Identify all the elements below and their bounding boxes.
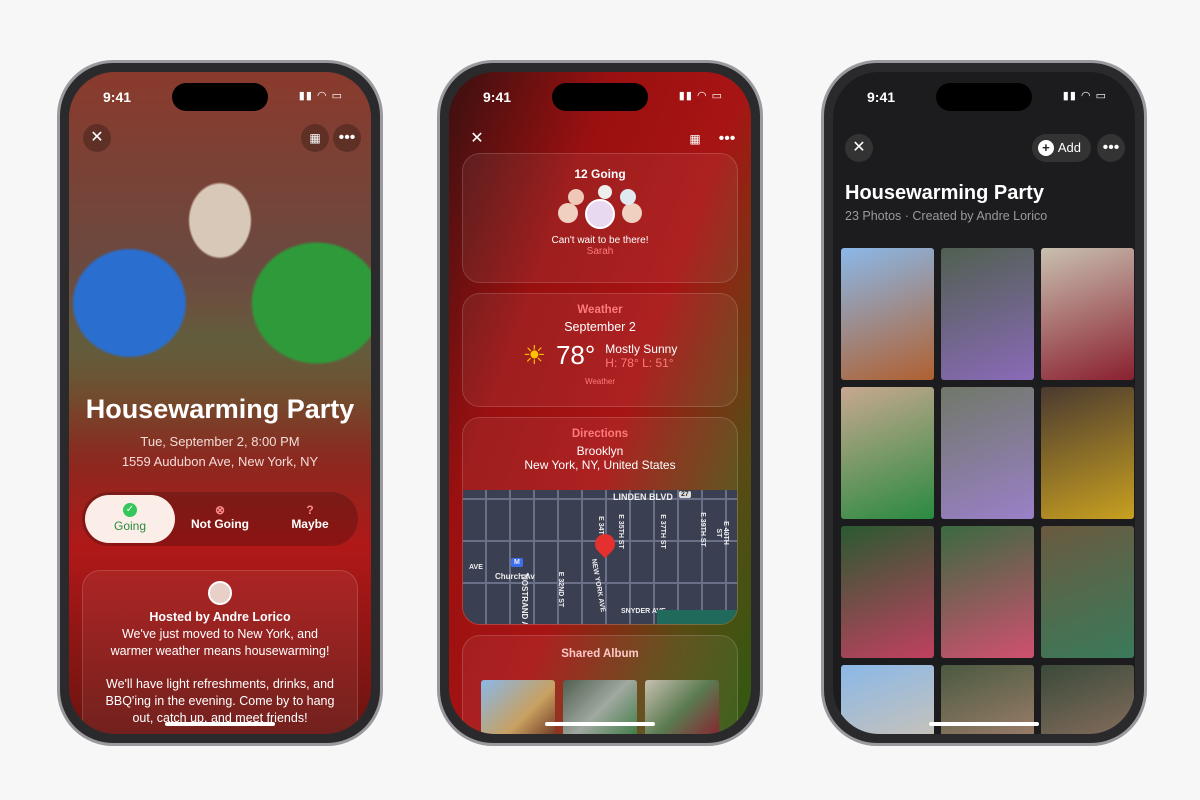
album-photo[interactable] xyxy=(941,387,1034,519)
home-indicator xyxy=(545,722,655,726)
directions-place: Brooklyn xyxy=(576,444,624,458)
album-photo[interactable] xyxy=(841,387,934,519)
more-icon[interactable]: ••• xyxy=(1097,134,1125,162)
map-label-e35: E 35TH ST xyxy=(616,514,624,549)
rsvp-control: ✓ Going ⊗ Not Going ? Maybe xyxy=(82,492,358,546)
comment-author: Sarah xyxy=(586,246,614,257)
details-screen: 9:41 ▮▮ ◠ ▭ ✕ ▦ ••• 12 Going Can't wait … xyxy=(449,72,751,734)
map-label-e40: E 40TH ST xyxy=(715,521,729,545)
weather-hilo: H: 78° L: 51° xyxy=(605,355,674,370)
album-photo[interactable] xyxy=(1041,665,1134,734)
attendee-avatars xyxy=(540,185,660,235)
album-photo[interactable] xyxy=(481,680,555,734)
more-icon[interactable]: ••• xyxy=(713,125,741,153)
album-photo[interactable] xyxy=(645,680,719,734)
rsvp-not-going-button[interactable]: ⊗ Not Going xyxy=(175,495,265,543)
weather-card: Weather September 2 ☀ 78° Mostly Sunny H:… xyxy=(462,293,738,407)
status-icons: ▮▮ ◠ ▭ xyxy=(678,90,723,102)
event-address: 1559 Audubon Ave, New York, NY xyxy=(121,454,319,469)
status-icons: ▮▮ ◠ ▭ xyxy=(298,90,343,102)
weather-attribution: Weather xyxy=(584,377,616,386)
album-photo[interactable] xyxy=(841,665,934,734)
host-avatar xyxy=(208,581,232,605)
hero-photo xyxy=(69,72,371,402)
weather-date: September 2 xyxy=(564,320,636,334)
album-photo[interactable] xyxy=(841,248,934,380)
close-icon[interactable]: ✕ xyxy=(845,134,873,162)
dynamic-island xyxy=(936,83,1032,111)
status-time: 9:41 xyxy=(483,89,512,105)
phone-details: 9:41 ▮▮ ◠ ▭ ✕ ▦ ••• 12 Going Can't wait … xyxy=(437,60,763,746)
home-indicator xyxy=(929,722,1039,726)
check-circle-icon: ✓ xyxy=(123,503,137,517)
park-area xyxy=(657,610,737,624)
directions-label: Directions xyxy=(571,428,629,440)
map-label-e37: E 37TH ST xyxy=(658,514,666,549)
album-photo[interactable] xyxy=(1041,248,1134,380)
phone-invite: 9:41 ▮▮ ◠ ▭ ✕ ▦ ••• Housewarming Party T… xyxy=(57,60,383,746)
directions-card[interactable]: Directions Brooklyn New York, NY, United… xyxy=(462,417,738,625)
event-title: Housewarming Party xyxy=(85,394,355,424)
directions-region: New York, NY, United States xyxy=(524,458,676,472)
route-shield: 27 xyxy=(679,491,691,498)
home-indicator xyxy=(165,722,275,726)
metro-icon: M xyxy=(511,558,523,567)
question-circle-icon: ? xyxy=(306,503,314,517)
shared-album-card[interactable]: Shared Album xyxy=(462,635,738,734)
weather-temp: 78° xyxy=(555,340,596,370)
calendar-icon[interactable]: ▦ xyxy=(301,124,329,152)
status-time: 9:41 xyxy=(103,89,132,105)
album-photo[interactable] xyxy=(941,248,1034,380)
map[interactable]: LINDEN BLVD 27 M Church Av AVE SNYDER AV… xyxy=(463,490,737,624)
album-photo[interactable] xyxy=(841,526,934,658)
going-count: 12 Going xyxy=(574,167,626,181)
sun-icon: ☀ xyxy=(522,340,546,370)
close-icon[interactable]: ✕ xyxy=(463,125,491,153)
more-icon[interactable]: ••• xyxy=(333,124,361,152)
rsvp-going-button[interactable]: ✓ Going xyxy=(85,495,175,543)
status-time: 9:41 xyxy=(867,89,896,105)
going-card[interactable]: 12 Going Can't wait to be there! Sarah xyxy=(462,153,738,283)
album-screen: 9:41 ▮▮ ◠ ▭ ✕ + Add ••• Housewarming Part… xyxy=(833,72,1135,734)
attendee-comment: Can't wait to be there! xyxy=(551,235,649,246)
map-label-e39: E 39TH ST xyxy=(698,512,706,547)
map-label-e34: E 34T xyxy=(596,516,604,535)
phone-album: 9:41 ▮▮ ◠ ▭ ✕ + Add ••• Housewarming Part… xyxy=(821,60,1147,746)
album-photo[interactable] xyxy=(941,526,1034,658)
album-title: Housewarming Party xyxy=(845,182,1044,204)
calendar-icon[interactable]: ▦ xyxy=(681,125,709,153)
host-message-1: We've just moved to New York, and warmer… xyxy=(110,627,330,658)
x-circle-icon: ⊗ xyxy=(214,503,226,517)
map-label-e32: E 32ND ST xyxy=(557,571,565,608)
weather-label: Weather xyxy=(577,304,623,316)
album-subtitle: 23 Photos · Created by Andre Lorico xyxy=(845,209,1048,223)
weather-condition: Mostly Sunny xyxy=(605,341,678,356)
host-name: Hosted by Andre Lorico xyxy=(149,610,291,624)
dynamic-island xyxy=(172,83,268,111)
invite-screen: 9:41 ▮▮ ◠ ▭ ✕ ▦ ••• Housewarming Party T… xyxy=(69,72,371,734)
event-date: Tue, September 2, 8:00 PM xyxy=(140,434,300,449)
add-button[interactable]: + Add xyxy=(1031,134,1091,162)
map-label-nostrand: NOSTRAND A xyxy=(520,574,529,625)
plus-icon: + xyxy=(1037,140,1054,156)
map-label-ave: AVE xyxy=(469,564,483,571)
map-label-ny: NEW YORK AVE xyxy=(589,558,607,613)
shared-album-label: Shared Album xyxy=(561,648,639,660)
status-icons: ▮▮ ◠ ▭ xyxy=(1062,90,1107,102)
host-message-2: We'll have light refreshments, drinks, a… xyxy=(105,677,335,725)
album-photo[interactable] xyxy=(1041,526,1134,658)
map-pin-icon xyxy=(590,529,620,559)
map-label-linden: LINDEN BLVD xyxy=(613,492,673,502)
close-icon[interactable]: ✕ xyxy=(83,124,111,152)
album-photo[interactable] xyxy=(1041,387,1134,519)
rsvp-maybe-button[interactable]: ? Maybe xyxy=(265,495,355,543)
host-card: Hosted by Andre Lorico We've just moved … xyxy=(82,570,358,734)
dynamic-island xyxy=(552,83,648,111)
